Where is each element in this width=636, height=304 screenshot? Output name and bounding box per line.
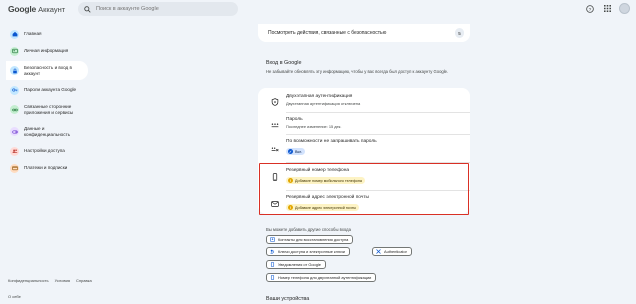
row-subtitle: Двухэтапная аутентификация отключена <box>286 101 361 106</box>
sidebar-item-label: Связанные сторонние приложения и сервисы <box>24 103 74 115</box>
passkeys-chip[interactable]: Ключи доступа и электронные ключи <box>266 247 350 256</box>
activity-count-badge: 5 <box>455 28 464 38</box>
row-title: По возможности не запрашивать пароль <box>286 139 377 144</box>
signin-section-description: Не забывайте обновлять эту информацию, ч… <box>266 69 449 74</box>
security-activity-card[interactable]: Посмотреть действия, связанные с безопас… <box>258 24 470 42</box>
chip-label: Ключи доступа и электронные ключи <box>278 249 345 254</box>
svg-text:?: ? <box>589 6 592 12</box>
security-activity-label: Посмотреть действия, связанные с безопас… <box>268 30 387 36</box>
recovery-contacts-chip[interactable]: Контакты для восстановления доступа <box>266 235 354 244</box>
authenticator-icon <box>376 249 381 254</box>
help-link[interactable]: Справка <box>76 278 92 283</box>
sidebar-item-label: Безопасность и вход в аккаунт <box>24 64 72 76</box>
sidebar-item-label: Пароли аккаунта Google <box>24 87 77 93</box>
search-icon <box>84 5 91 13</box>
card-icon <box>10 163 19 173</box>
two-step-phone-chip[interactable]: Номер телефона для двухэтапной аутентифи… <box>266 273 377 282</box>
home-icon <box>10 29 19 39</box>
password-icon <box>270 120 279 129</box>
two-step-verification-row[interactable]: Двухэтапная аутентификация Двухэтапная а… <box>258 88 470 112</box>
signin-section-title: Вход в Google <box>266 60 302 66</box>
footer-links: Конфиденциальность Условия Справка <box>8 278 92 283</box>
skip-password-icon <box>270 144 279 153</box>
chip-label: Номер телефона для двухэтапной аутентифи… <box>278 275 372 280</box>
account-avatar[interactable] <box>619 3 630 14</box>
badge-label: Вкл. <box>295 149 303 154</box>
sidebar-item-home[interactable]: Главная <box>6 27 88 41</box>
passkey-icon <box>270 249 275 254</box>
sidebar-item-data-privacy[interactable]: Данные и конфиденциальность <box>6 122 88 141</box>
sidebar-item-label: Платежи и подписки <box>24 165 68 171</box>
google-account-logo[interactable]: Google Аккаунт <box>8 4 65 14</box>
link-icon <box>10 105 19 114</box>
terms-link[interactable]: Условия <box>55 278 70 283</box>
lock-icon <box>10 66 19 75</box>
highlight-box <box>259 163 469 215</box>
password-row[interactable]: Пароль Последнее изменение: 15 дек. <box>258 112 470 134</box>
google-wordmark: Google <box>8 4 37 14</box>
sidebar-item-personal-info[interactable]: Личная информация <box>6 44 88 58</box>
privacy-link[interactable]: Конфиденциальность <box>8 278 49 283</box>
sidebar-item-security[interactable]: Безопасность и вход в аккаунт <box>6 61 88 80</box>
row-subtitle: Последнее изменение: 15 дек. <box>286 124 342 129</box>
sidebar-item-passwords[interactable]: Пароли аккаунта Google <box>6 83 88 97</box>
sidebar-item-payments[interactable]: Платежи и подписки <box>6 161 88 175</box>
apps-icon[interactable] <box>602 4 612 14</box>
toggle-icon <box>10 127 19 136</box>
chip-label: Контакты для восстановления доступа <box>278 237 349 242</box>
top-bar: Google Аккаунт ? <box>0 0 636 20</box>
contacts-icon <box>270 237 275 242</box>
about-link[interactable]: О себе <box>8 294 21 299</box>
phone-icon <box>270 275 275 280</box>
prompt-icon <box>270 262 275 267</box>
help-icon[interactable]: ? <box>585 4 595 14</box>
row-title: Пароль <box>286 117 303 122</box>
search-box[interactable] <box>78 2 238 16</box>
person-icon <box>10 46 19 56</box>
google-prompts-chip[interactable]: Уведомления от Google <box>266 260 326 269</box>
sidebar-item-label: Главная <box>24 31 42 37</box>
sidebar-item-label: Данные и конфиденциальность <box>24 125 70 137</box>
authenticator-chip[interactable]: Authenticator <box>372 247 412 256</box>
sidebar-item-people-sharing[interactable]: Настройки доступа <box>6 144 88 158</box>
sidebar-item-label: Настройки доступа <box>24 148 65 154</box>
key-icon <box>10 85 19 95</box>
chip-label: Authenticator <box>384 249 407 254</box>
sidebar-nav: Главная Личная информация Безопасность и… <box>6 27 88 178</box>
sidebar-item-connected-apps[interactable]: Связанные сторонние приложения и сервисы <box>6 100 88 119</box>
skip-password-row[interactable]: По возможности не запрашивать пароль ✓ В… <box>258 134 470 162</box>
check-icon: ✓ <box>288 149 293 154</box>
search-input[interactable] <box>96 6 226 12</box>
chip-label: Уведомления от Google <box>278 262 321 267</box>
other-methods-label: Вы можете добавить другие способы входа <box>266 227 351 232</box>
devices-section-title: Ваши устройства <box>266 296 310 302</box>
status-badge: ✓ Вкл. <box>286 148 306 155</box>
people-icon <box>10 146 19 156</box>
row-title: Двухэтапная аутентификация <box>286 94 353 99</box>
shield-icon <box>270 97 279 106</box>
sidebar-item-label: Личная информация <box>24 48 69 54</box>
logo-product-name: Аккаунт <box>38 5 66 14</box>
